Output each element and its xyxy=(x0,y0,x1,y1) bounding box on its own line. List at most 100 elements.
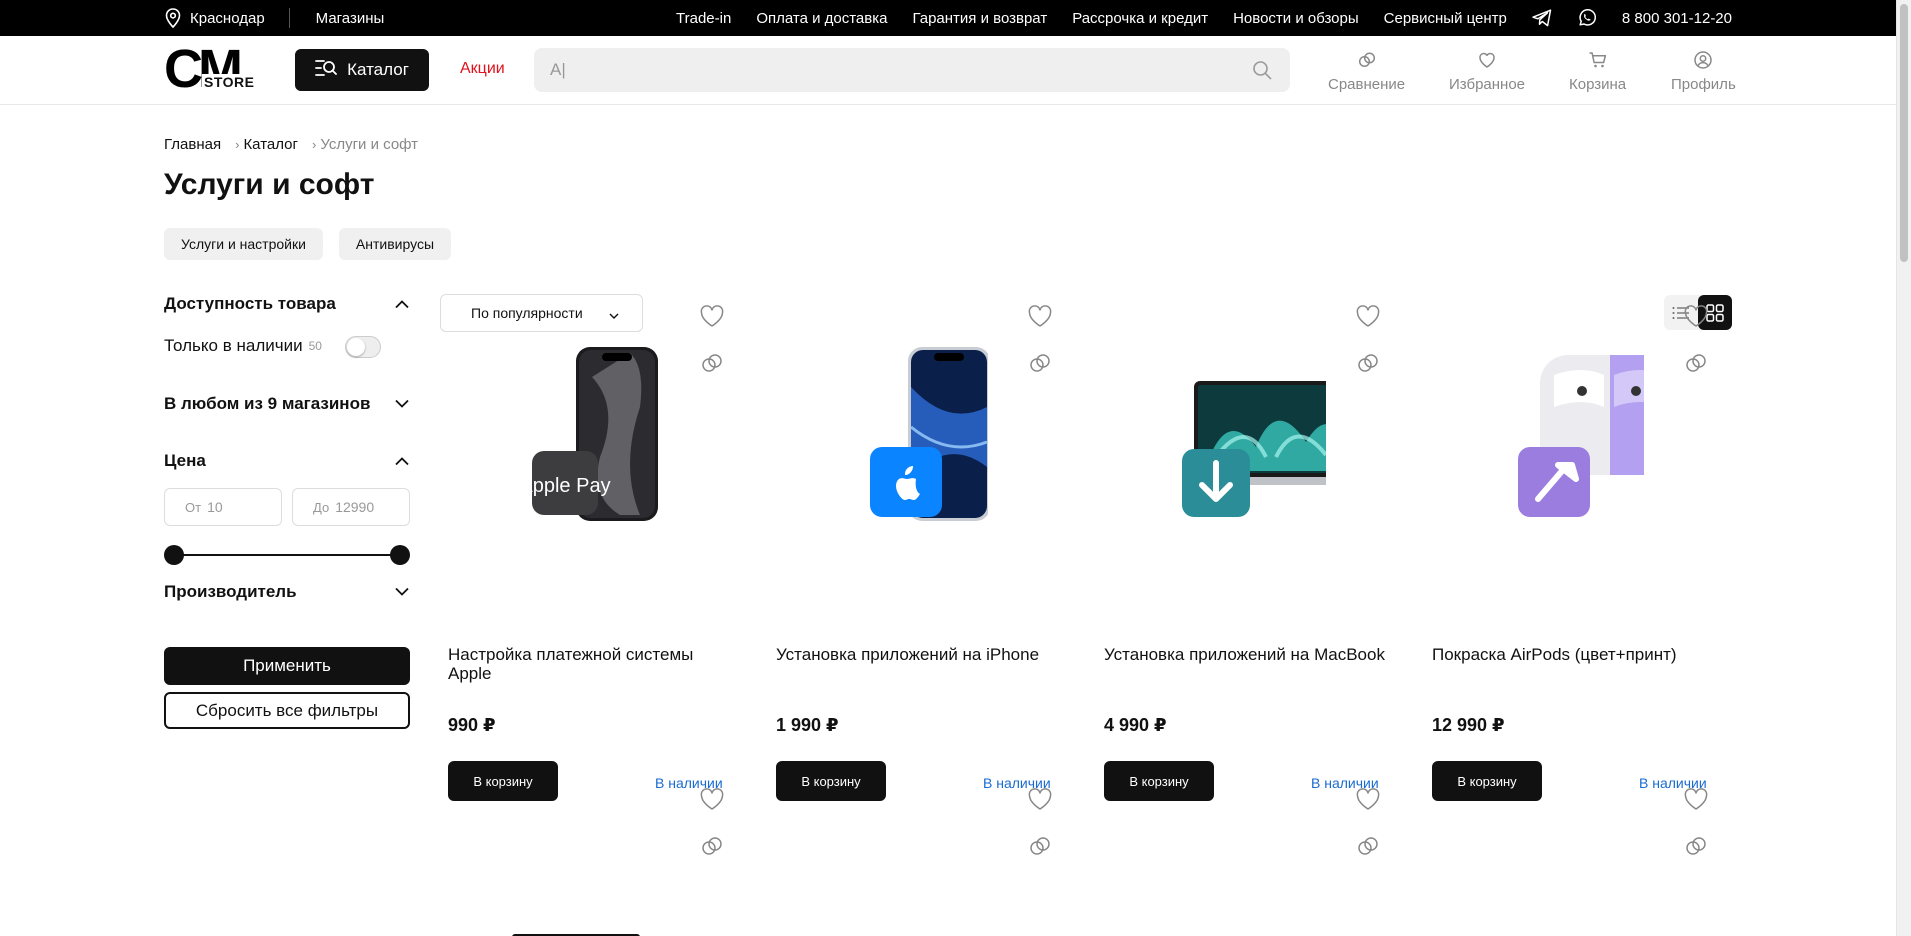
top-bar: Краснодар Магазины Trade-in Оплата и дос… xyxy=(0,0,1896,36)
chevron-down-icon xyxy=(394,394,410,414)
apply-filters-button[interactable]: Применить xyxy=(164,647,410,685)
heart-icon[interactable] xyxy=(1682,786,1710,814)
price-from-value: 10 xyxy=(207,499,223,515)
price-to-value: 12990 xyxy=(335,499,375,515)
page-title: Услуги и софт xyxy=(164,168,375,201)
filter-manufacturer-title: Производитель xyxy=(164,582,297,601)
product-card[interactable] xyxy=(440,786,740,936)
product-image[interactable] xyxy=(1136,347,1352,527)
cart-button[interactable]: Корзина xyxy=(1569,50,1626,93)
compare-icon[interactable] xyxy=(1354,349,1382,377)
telegram-icon[interactable] xyxy=(1532,9,1552,27)
header: CM STORE Каталог Акции Сравнение Избранн… xyxy=(0,36,1896,105)
heart-icon[interactable] xyxy=(1354,303,1382,331)
price-from-prefix: От xyxy=(185,499,202,515)
compare-button[interactable]: Сравнение xyxy=(1328,50,1405,93)
filter-stores-header[interactable]: В любом из 9 магазинов xyxy=(164,394,410,414)
filter-availability-header[interactable]: Доступность товара xyxy=(164,294,410,314)
product-card[interactable] xyxy=(1424,786,1724,936)
product-name[interactable]: Установка приложений на MacBook xyxy=(1104,645,1389,664)
nav-payment-delivery[interactable]: Оплата и доставка xyxy=(756,10,887,27)
product-name[interactable]: Настройка платежной системы Apple xyxy=(448,645,733,683)
breadcrumb-home[interactable]: Главная xyxy=(164,136,221,153)
chevron-right-icon: › xyxy=(235,137,240,152)
nav-service-center[interactable]: Сервисный центр xyxy=(1384,10,1507,27)
product-name[interactable]: Установка приложений на iPhone xyxy=(776,645,1061,664)
nav-trade-in[interactable]: Trade-in xyxy=(676,10,731,27)
price-range-slider xyxy=(164,545,410,565)
compare-icon[interactable] xyxy=(698,349,726,377)
phone-number[interactable]: 8 800 301-12-20 xyxy=(1622,10,1732,27)
profile-button[interactable]: Профиль xyxy=(1671,50,1736,93)
favorites-label: Избранное xyxy=(1449,76,1526,93)
product-price: 1 990 ₽ xyxy=(776,715,839,735)
product-image[interactable] xyxy=(1464,347,1680,527)
divider xyxy=(288,8,290,28)
product-card[interactable]: Покраска AirPods (цвет+принт) 12 990 ₽ В… xyxy=(1424,303,1724,801)
heart-icon[interactable] xyxy=(1682,303,1710,331)
compare-icon[interactable] xyxy=(1682,832,1710,860)
logo[interactable]: CM STORE xyxy=(164,42,264,96)
reset-filters-button[interactable]: Сбросить все фильтры xyxy=(164,692,410,729)
compare-icon[interactable] xyxy=(1354,832,1382,860)
profile-label: Профиль xyxy=(1671,76,1736,93)
in-stock-toggle[interactable] xyxy=(345,336,381,358)
city-label: Краснодар xyxy=(190,9,265,27)
breadcrumb: Главная › Каталог › Услуги и софт xyxy=(164,136,418,153)
stores-link[interactable]: Магазины xyxy=(316,10,385,27)
breadcrumb-catalog[interactable]: Каталог xyxy=(243,136,298,153)
compare-icon[interactable] xyxy=(1682,349,1710,377)
promo-link[interactable]: Акции xyxy=(460,60,505,78)
city-selector[interactable]: Краснодар xyxy=(164,8,265,28)
compare-icon[interactable] xyxy=(1026,349,1054,377)
product-card[interactable]: Установка приложений на iPhone 1 990 ₽ В… xyxy=(768,303,1068,801)
product-card[interactable]: Apple Pay Настройка платежной системы Ap… xyxy=(440,303,740,801)
compare-icon[interactable] xyxy=(1026,832,1054,860)
location-pin-icon xyxy=(164,8,182,28)
search-input[interactable] xyxy=(550,48,1230,92)
cart-label: Корзина xyxy=(1569,76,1627,93)
product-card[interactable] xyxy=(1096,786,1396,936)
price-min-handle[interactable] xyxy=(164,545,184,565)
page-scrollbar[interactable] xyxy=(1896,0,1911,936)
heart-icon xyxy=(1477,50,1497,76)
breadcrumb-current: Услуги и софт xyxy=(320,136,419,153)
filter-price-header[interactable]: Цена xyxy=(164,451,410,471)
heart-icon[interactable] xyxy=(1354,786,1382,814)
chip-services-settings[interactable]: Услуги и настройки xyxy=(164,228,323,260)
filter-stores-title: В любом из 9 магазинов xyxy=(164,394,371,413)
nav-installment-credit[interactable]: Рассрочка и кредит xyxy=(1072,10,1208,27)
search-bar xyxy=(534,48,1290,92)
product-price: 4 990 ₽ xyxy=(1104,715,1167,735)
favorites-button[interactable]: Избранное xyxy=(1449,50,1525,93)
product-name[interactable]: Покраска AirPods (цвет+принт) xyxy=(1432,645,1717,664)
heart-icon[interactable] xyxy=(1026,303,1054,331)
product-image[interactable] xyxy=(808,347,990,527)
heart-icon[interactable] xyxy=(698,303,726,331)
search-icon[interactable] xyxy=(1252,60,1272,85)
price-to-prefix: До xyxy=(313,499,330,515)
price-to-field[interactable]: До 12990 xyxy=(292,488,410,526)
price-from-field[interactable]: От 10 xyxy=(164,488,282,526)
in-stock-count: 50 xyxy=(308,339,322,353)
heart-icon[interactable] xyxy=(698,786,726,814)
nav-news-reviews[interactable]: Новости и обзоры xyxy=(1233,10,1359,27)
compare-icon[interactable] xyxy=(698,832,726,860)
compare-icon xyxy=(1357,50,1377,76)
heart-icon[interactable] xyxy=(1026,786,1054,814)
filter-manufacturer-header[interactable]: Производитель xyxy=(164,582,410,602)
product-price: 990 ₽ xyxy=(448,715,496,735)
price-range-track xyxy=(174,554,400,556)
catalog-button[interactable]: Каталог xyxy=(295,49,429,91)
whatsapp-icon[interactable] xyxy=(1577,8,1597,28)
chevron-up-icon xyxy=(394,294,410,314)
product-card[interactable] xyxy=(768,786,1068,936)
profile-icon xyxy=(1693,50,1713,76)
product-image[interactable]: Apple Pay xyxy=(480,347,660,527)
price-max-handle[interactable] xyxy=(390,545,410,565)
product-card[interactable]: Установка приложений на MacBook 4 990 ₽ … xyxy=(1096,303,1396,801)
chip-antivirus[interactable]: Антивирусы xyxy=(338,228,452,260)
chevron-down-icon xyxy=(394,582,410,602)
nav-warranty-returns[interactable]: Гарантия и возврат xyxy=(912,10,1047,27)
scrollbar-thumb[interactable] xyxy=(1900,4,1908,262)
